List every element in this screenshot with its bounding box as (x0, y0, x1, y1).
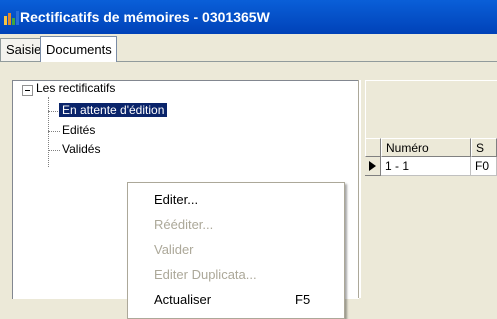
right-header-panel (365, 80, 497, 141)
menu-item-shortcut: F5 (295, 292, 311, 307)
collapse-icon[interactable] (22, 85, 33, 96)
table-cell-s[interactable]: F0 (471, 157, 497, 176)
app-icon (4, 11, 19, 25)
tree-connector-branch (48, 131, 60, 132)
menu-item-label: Editer Duplicata... (154, 267, 257, 282)
context-menu: Editer... Rééditer... Valider Editer Dup… (127, 182, 345, 319)
tree-connector-line (48, 97, 49, 167)
current-row-arrow-icon[interactable] (365, 157, 381, 176)
menu-item-label: Valider (154, 242, 194, 257)
menu-item-label: Editer... (154, 192, 199, 207)
table-cell-numero[interactable]: 1 - 1 (381, 157, 471, 176)
window-title: Rectificatifs de mémoires - 0301365W (20, 9, 270, 25)
tree-connector-branch (48, 150, 60, 151)
menu-item-actualiser[interactable]: Actualiser F5 (128, 289, 344, 311)
splitter[interactable] (358, 80, 361, 298)
documents-panel: Les rectificatifs En attente d'édition E… (0, 70, 497, 319)
menu-item-editer-duplicata[interactable]: Editer Duplicata... (128, 264, 344, 286)
tree-item-en-attente[interactable]: En attente d'édition (59, 103, 168, 117)
menu-item-editer[interactable]: Editer... (128, 189, 344, 211)
menu-item-reediter[interactable]: Rééditer... (128, 214, 344, 236)
tree-item-valides[interactable]: Validés (62, 142, 100, 156)
column-header-s[interactable]: S (471, 138, 497, 157)
menu-item-label: Actualiser (154, 292, 212, 307)
tree-root-label[interactable]: Les rectificatifs (36, 81, 115, 95)
documents-grid[interactable]: Numéro S 1 - 1 F0 (365, 138, 497, 298)
title-bar[interactable]: Rectificatifs de mémoires - 0301365W (0, 0, 497, 34)
menu-item-label: Rééditer... (154, 217, 214, 232)
column-header-numero[interactable]: Numéro (381, 138, 471, 157)
tab-documents[interactable]: Documents (40, 36, 117, 62)
tab-strip: Saisie Documents (0, 34, 497, 66)
tree-item-edites[interactable]: Edités (62, 123, 95, 137)
grid-corner-header (365, 138, 381, 157)
menu-item-valider[interactable]: Valider (128, 239, 344, 261)
